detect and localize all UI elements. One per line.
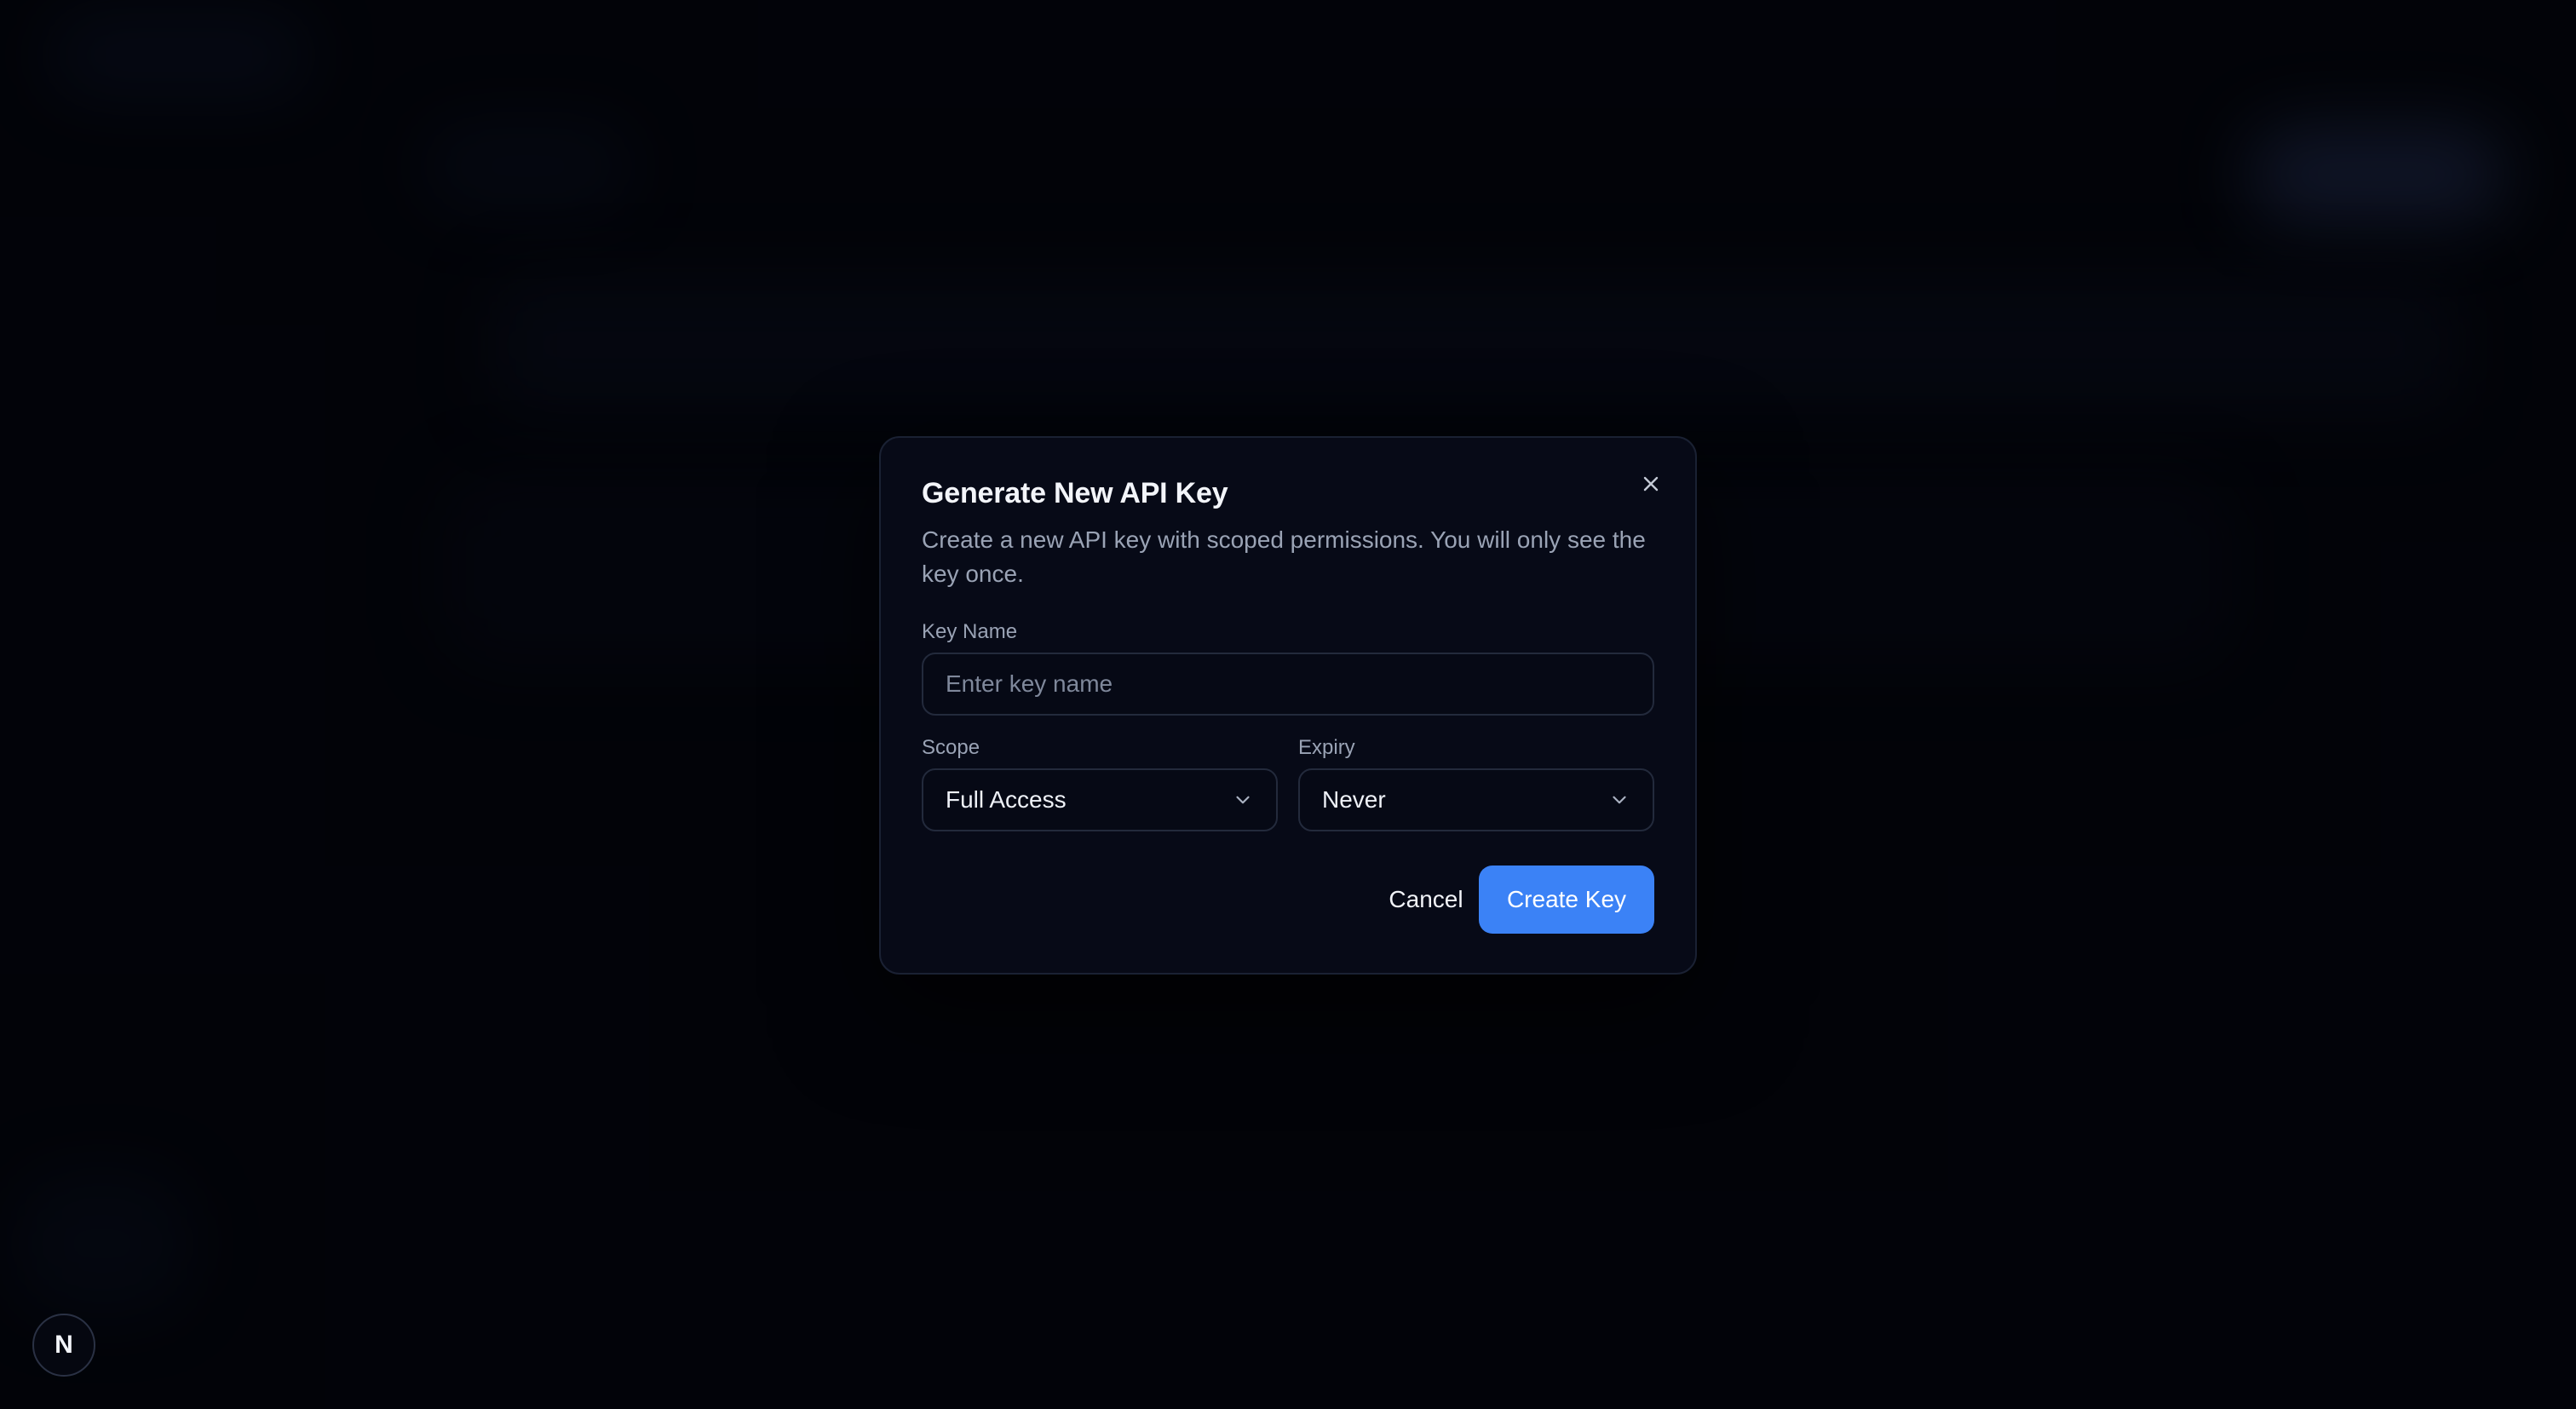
dialog-description: Create a new API key with scoped permiss… (922, 526, 1646, 587)
expiry-label: Expiry (1298, 736, 1355, 759)
expiry-select[interactable]: Never (1298, 768, 1654, 831)
scope-label: Scope (922, 736, 980, 759)
key-name-input[interactable] (922, 653, 1654, 716)
chevron-down-icon (1608, 789, 1630, 811)
dialog-title: Generate New API Key (922, 477, 1228, 509)
chevron-down-icon (1232, 789, 1254, 811)
scope-selected-value: Full Access (946, 786, 1067, 813)
framework-logo-icon: N (55, 1331, 73, 1359)
scope-select[interactable]: Full Access (922, 768, 1278, 831)
expiry-selected-value: Never (1322, 786, 1386, 813)
create-key-button[interactable]: Create Key (1479, 866, 1654, 934)
generate-api-key-dialog: Generate New API Key Create a new API ke… (879, 436, 1697, 975)
key-name-label: Key Name (922, 620, 1018, 643)
framework-logo-button[interactable]: N (32, 1314, 95, 1377)
close-icon[interactable] (1641, 474, 1661, 498)
close-button[interactable] (1634, 469, 1668, 503)
